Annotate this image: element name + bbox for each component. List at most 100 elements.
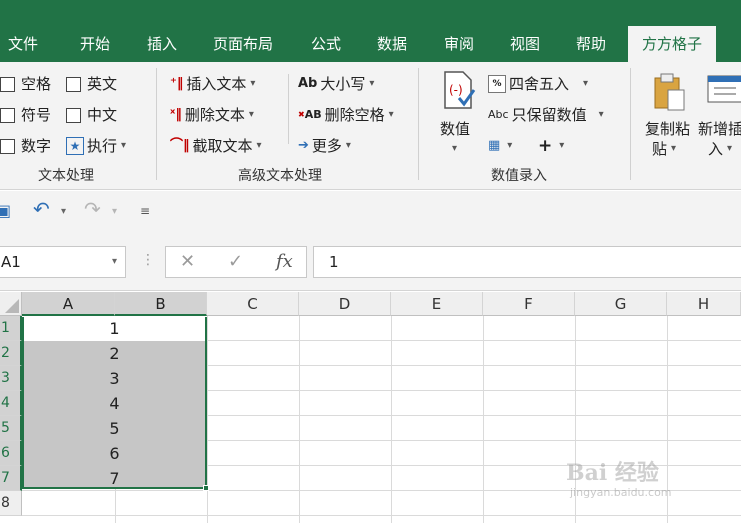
abc-icon: Abc	[488, 108, 509, 121]
number-button[interactable]: (-)	[437, 70, 481, 116]
cut-text-label: 截取文本	[192, 137, 253, 155]
more-button[interactable]: ➔ 更多 ▾	[298, 135, 351, 157]
group-label-text: 文本处理	[38, 168, 94, 184]
checkbox-number-label: 数字	[21, 137, 52, 155]
merged-cell-a1-b1[interactable]: 1	[24, 316, 205, 341]
column-header-a[interactable]: A	[22, 292, 115, 316]
delete-text-label: 删除文本	[184, 106, 245, 124]
row-header-8[interactable]: 8	[0, 491, 22, 516]
formula-bar: A1 ▾ ⋮ ✕ ✓ fx 1	[0, 235, 741, 291]
checkbox-chinese[interactable]: 中文	[66, 104, 117, 126]
arrow-right-icon: ➔	[298, 138, 309, 153]
chevron-down-icon: ▾	[248, 109, 254, 120]
clipboard-icon[interactable]	[652, 72, 686, 112]
case-button[interactable]: Ab 大小写 ▾	[298, 73, 374, 95]
save-icon[interactable]: ▣	[0, 201, 11, 220]
gridline	[299, 316, 300, 523]
column-header-d[interactable]: D	[299, 292, 391, 316]
case-label: 大小写	[320, 75, 366, 93]
tab-formulas[interactable]: 公式	[311, 26, 341, 62]
delete-text-button[interactable]: ˣ‖ 删除文本 ▾	[170, 104, 254, 126]
plus-icon: +	[538, 136, 553, 156]
checkbox-space[interactable]: 空格	[0, 73, 51, 95]
tab-page-layout[interactable]: 页面布局	[213, 26, 273, 62]
tab-insert[interactable]: 插入	[147, 26, 177, 62]
delete-space-button[interactable]: ✖ AB 删除空格 ▾	[298, 104, 394, 126]
more-label: 更多	[311, 137, 342, 155]
merged-cell-a5-b5[interactable]: 5	[22, 416, 207, 441]
row-header-5[interactable]: 5	[0, 416, 22, 441]
undo-icon[interactable]: ↶	[33, 197, 50, 221]
chevron-down-icon: ▾	[598, 109, 604, 120]
svg-text:(-): (-)	[449, 83, 463, 97]
keep-value-button[interactable]: Abc 只保留数值 ▾	[488, 104, 604, 126]
tab-home[interactable]: 开始	[80, 26, 110, 62]
gridline	[483, 316, 484, 523]
tab-data[interactable]: 数据	[377, 26, 407, 62]
column-header-c[interactable]: C	[207, 292, 299, 316]
insert-text-label: 插入文本	[186, 75, 247, 93]
tab-file[interactable]: 文件	[8, 26, 38, 62]
column-header-e[interactable]: E	[391, 292, 483, 316]
select-all-button[interactable]	[0, 292, 22, 316]
name-box-value: A1	[1, 253, 21, 271]
round-icon: %	[488, 75, 506, 93]
checkbox-english[interactable]: 英文	[66, 73, 117, 95]
chevron-down-icon: ▾	[559, 140, 565, 151]
execute-label: 执行	[87, 137, 118, 155]
column-header-g[interactable]: G	[575, 292, 667, 316]
copy-paste-label[interactable]: 复制粘	[645, 118, 690, 140]
copy-paste-label-2[interactable]: 贴 ▾	[652, 138, 676, 160]
edit-value-button[interactable]: ▦ ▾	[488, 135, 512, 157]
insert-rows-icon[interactable]	[706, 74, 741, 104]
tab-help[interactable]: 帮助	[576, 26, 606, 62]
chevron-down-icon[interactable]: ▾	[61, 206, 66, 217]
formula-input[interactable]: 1	[313, 246, 741, 278]
chevron-down-icon: ▾	[345, 140, 351, 151]
insert-function-icon[interactable]: fx	[276, 251, 293, 272]
checkbox-symbol[interactable]: 符号	[0, 104, 51, 126]
checkbox-number[interactable]: 数字	[0, 135, 51, 157]
insert-text-icon: ⁺‖	[170, 76, 184, 91]
add-button[interactable]: + ▾	[538, 135, 564, 157]
row-header-6[interactable]: 6	[0, 441, 22, 466]
merged-cell-a3-b3[interactable]: 3	[22, 366, 207, 391]
delete-space-x-icon: ✖	[298, 110, 305, 119]
chevron-down-icon[interactable]: ▾	[112, 206, 117, 217]
new-insert-label[interactable]: 新增插	[698, 118, 741, 140]
tab-view[interactable]: 视图	[510, 26, 540, 62]
row-header-3[interactable]: 3	[0, 366, 22, 391]
round-button[interactable]: % 四舍五入 ▾	[488, 73, 588, 95]
tab-review[interactable]: 审阅	[444, 26, 474, 62]
gridline	[391, 316, 392, 523]
number-button-label[interactable]: 数值	[440, 118, 470, 140]
row-header-2[interactable]: 2	[0, 341, 22, 366]
cut-text-button[interactable]: ⌒‖ 截取文本 ▾	[170, 135, 262, 157]
tab-fangfanggezi[interactable]: 方方格子	[628, 26, 717, 62]
checkbox-symbol-label: 符号	[21, 106, 52, 124]
fill-handle[interactable]	[203, 485, 209, 491]
column-header-b[interactable]: B	[115, 292, 207, 316]
column-header-h[interactable]: H	[667, 292, 741, 316]
insert-text-button[interactable]: ⁺‖ 插入文本 ▾	[170, 73, 255, 95]
merged-cell-a2-b2[interactable]: 2	[22, 341, 207, 366]
chevron-down-icon[interactable]: ▾	[112, 247, 117, 277]
redo-icon[interactable]: ↷	[84, 197, 101, 221]
chevron-down-icon[interactable]: ▾	[452, 138, 457, 160]
merged-cell-a7-b7[interactable]: 7	[22, 466, 207, 491]
checkbox-english-label: 英文	[87, 75, 118, 93]
cancel-icon[interactable]: ✕	[180, 251, 195, 272]
merged-cell-a4-b4[interactable]: 4	[22, 391, 207, 416]
new-insert-label-2[interactable]: 入 ▾	[708, 138, 732, 160]
row-header-7[interactable]: 7	[0, 466, 22, 491]
name-box[interactable]: A1 ▾	[0, 246, 126, 278]
customize-qat-icon[interactable]: ≡	[140, 204, 150, 218]
group-divider	[156, 68, 157, 180]
row-header-1[interactable]: 1	[0, 316, 22, 341]
enter-check-icon[interactable]: ✓	[228, 251, 243, 272]
row-header-4[interactable]: 4	[0, 391, 22, 416]
column-header-f[interactable]: F	[483, 292, 575, 316]
merged-cell-a6-b6[interactable]: 6	[22, 441, 207, 466]
delete-text-icon: ˣ‖	[170, 107, 182, 122]
execute-button[interactable]: ★ 执行 ▾	[66, 135, 126, 157]
